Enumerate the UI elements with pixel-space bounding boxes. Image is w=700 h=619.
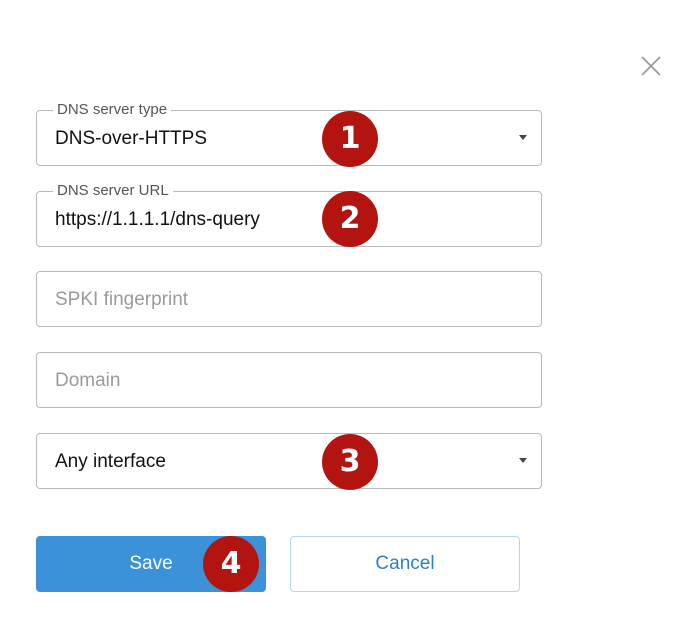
chevron-down-icon xyxy=(519,458,527,463)
dns-server-url-label: DNS server URL xyxy=(53,182,173,200)
interface-select[interactable]: Any interface xyxy=(36,433,542,489)
cancel-button[interactable]: Cancel xyxy=(290,536,520,592)
close-button[interactable] xyxy=(640,55,662,77)
close-icon xyxy=(641,56,661,76)
domain-placeholder: Domain xyxy=(55,370,121,391)
annotation-marker-2: 2 xyxy=(322,191,378,247)
dns-server-url-input[interactable]: DNS server URL https://1.1.1.1/dns-query xyxy=(36,182,542,247)
annotation-marker-4: 4 xyxy=(203,536,259,592)
dns-server-type-label: DNS server type xyxy=(53,101,172,119)
spki-fingerprint-placeholder: SPKI fingerprint xyxy=(55,289,189,310)
domain-input[interactable]: Domain xyxy=(36,352,542,408)
spki-fingerprint-input[interactable]: SPKI fingerprint xyxy=(36,271,542,327)
annotation-marker-3: 3 xyxy=(322,434,378,490)
dns-server-url-value: https://1.1.1.1/dns-query xyxy=(55,209,260,230)
dns-server-type-select[interactable]: DNS server type DNS-over-HTTPS xyxy=(36,101,542,166)
chevron-down-icon xyxy=(519,135,527,140)
dns-server-type-value: DNS-over-HTTPS xyxy=(55,128,208,149)
annotation-marker-1: 1 xyxy=(322,111,378,167)
interface-value: Any interface xyxy=(55,451,166,472)
